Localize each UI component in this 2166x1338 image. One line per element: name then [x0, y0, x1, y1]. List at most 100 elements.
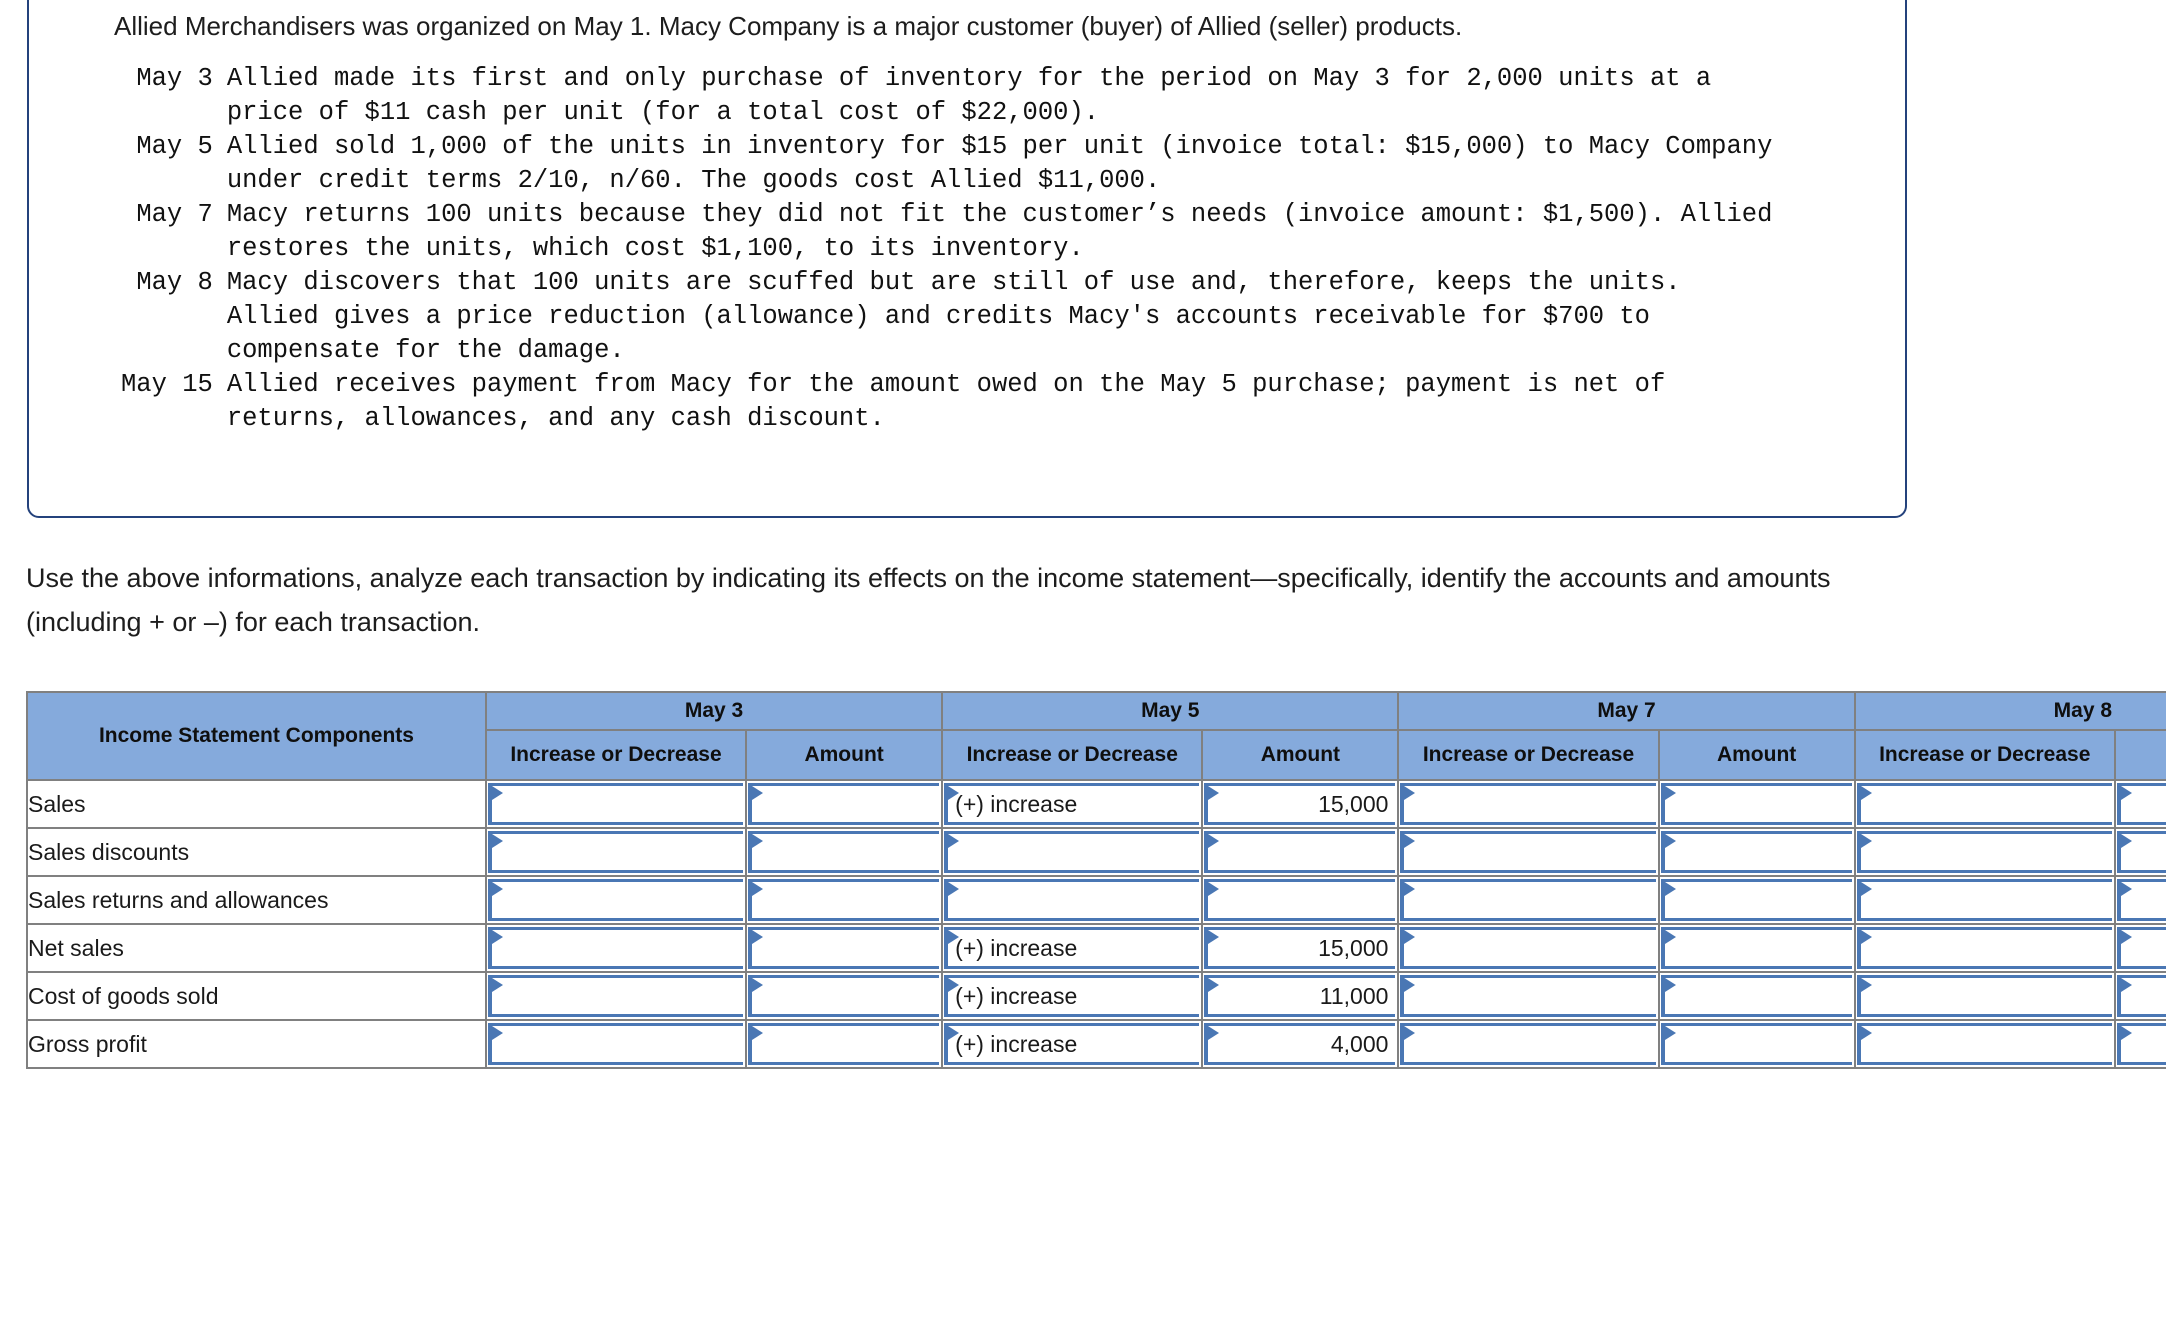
cell-may5-direction-cogs[interactable]: (+) increase	[941, 971, 1204, 1021]
cell-may5-amount-gross-profit[interactable]: 4,000	[1201, 1019, 1400, 1069]
table-row: Sales returns and allowances	[26, 875, 2166, 925]
cell-may8-amount-sales[interactable]	[2113, 779, 2166, 829]
cell-may3-amount-sales-returns[interactable]	[745, 875, 944, 925]
cell-may3-amount-gross-profit[interactable]	[745, 1019, 944, 1069]
dropdown-triangle-icon	[1860, 978, 1872, 992]
dropdown-triangle-icon	[1404, 1026, 1416, 1040]
header-increase-or-decrease-may7: Increase or Decrease	[1397, 729, 1660, 781]
scenario-event-row: May 5 Allied sold 1,000 of the units in …	[121, 130, 1772, 198]
answer-table-container: Income Statement Components May 3 May 5 …	[26, 691, 2166, 1069]
dropdown-triangle-icon	[1664, 882, 1676, 896]
dropdown-triangle-icon	[1664, 1026, 1676, 1040]
dropdown-triangle-icon	[1208, 930, 1220, 944]
cell-may3-direction-cogs[interactable]	[484, 971, 748, 1021]
scenario-event-row: May 3 Allied made its first and only pur…	[121, 62, 1772, 130]
cell-may8-amount-sales-returns[interactable]	[2113, 875, 2166, 925]
dropdown-triangle-icon	[752, 834, 764, 848]
dropdown-triangle-icon	[2120, 834, 2132, 848]
cell-value: 11,000	[1319, 982, 1389, 1009]
cell-may8-direction-sales-discounts[interactable]	[1853, 827, 2116, 877]
header-date-group-may8: May 8	[1853, 691, 2166, 731]
dropdown-triangle-icon	[1404, 786, 1416, 800]
row-label-gross-profit: Gross profit	[26, 1019, 487, 1069]
table-row: Sales discounts	[26, 827, 2166, 877]
dropdown-triangle-icon	[2120, 786, 2132, 800]
cell-may5-direction-net-sales[interactable]: (+) increase	[941, 923, 1204, 973]
cell-may3-direction-net-sales[interactable]	[484, 923, 748, 973]
dropdown-triangle-icon	[1664, 834, 1676, 848]
table-row: Net sales (+) increase 15,000	[26, 923, 2166, 973]
header-amount-may5: Amount	[1201, 729, 1400, 781]
cell-may7-direction-net-sales[interactable]	[1397, 923, 1660, 973]
cell-may8-direction-cogs[interactable]	[1853, 971, 2116, 1021]
cell-value: 15,000	[1318, 790, 1389, 817]
event-date: May 8	[136, 268, 213, 297]
cell-may3-direction-gross-profit[interactable]	[484, 1019, 748, 1069]
cell-may7-direction-sales[interactable]	[1397, 779, 1660, 829]
cell-may5-direction-gross-profit[interactable]: (+) increase	[941, 1019, 1204, 1069]
dropdown-triangle-icon	[948, 786, 960, 800]
cell-may3-direction-sales[interactable]	[484, 779, 748, 829]
dropdown-triangle-icon	[752, 978, 764, 992]
cell-may8-amount-sales-discounts[interactable]	[2113, 827, 2166, 877]
cell-may7-amount-gross-profit[interactable]	[1657, 1019, 1856, 1069]
cell-may5-amount-sales-discounts[interactable]	[1201, 827, 1400, 877]
cell-may3-amount-sales-discounts[interactable]	[745, 827, 944, 877]
event-description: Macy discovers that 100 units are scuffe…	[226, 268, 1681, 365]
event-description: Allied receives payment from Macy for th…	[226, 370, 1666, 433]
dropdown-triangle-icon	[1860, 882, 1872, 896]
cell-may3-amount-sales[interactable]	[745, 779, 944, 829]
cell-may8-direction-net-sales[interactable]	[1853, 923, 2116, 973]
cell-value: 4,000	[1330, 1030, 1389, 1057]
cell-may7-direction-gross-profit[interactable]	[1397, 1019, 1660, 1069]
cell-may5-amount-sales[interactable]: 15,000	[1201, 779, 1400, 829]
scenario-events-body: May 3 Allied made its first and only pur…	[121, 62, 1772, 436]
cell-may7-amount-sales[interactable]	[1657, 779, 1856, 829]
event-description: Macy returns 100 units because they did …	[226, 200, 1773, 263]
header-amount-may8: Amount	[2113, 729, 2166, 781]
cell-may3-direction-sales-returns[interactable]	[484, 875, 748, 925]
cell-may8-amount-cogs[interactable]	[2113, 971, 2166, 1021]
cell-may3-amount-net-sales[interactable]	[745, 923, 944, 973]
event-date: May 15	[121, 370, 213, 399]
scenario-box: Allied Merchandisers was organized on Ma…	[27, 0, 1907, 518]
table-row: Sales (+) increase 15,000	[26, 779, 2166, 829]
dropdown-triangle-icon	[752, 786, 764, 800]
header-income-statement-components: Income Statement Components	[26, 691, 487, 781]
dropdown-triangle-icon	[2120, 978, 2132, 992]
cell-may7-direction-sales-returns[interactable]	[1397, 875, 1660, 925]
cell-may5-direction-sales-returns[interactable]	[941, 875, 1204, 925]
cell-may7-amount-sales-returns[interactable]	[1657, 875, 1856, 925]
dropdown-triangle-icon	[752, 930, 764, 944]
cell-may5-amount-net-sales[interactable]: 15,000	[1201, 923, 1400, 973]
dropdown-triangle-icon	[1664, 786, 1676, 800]
event-date: May 7	[136, 200, 213, 229]
cell-may5-amount-cogs[interactable]: 11,000	[1201, 971, 1400, 1021]
cell-may8-direction-sales-returns[interactable]	[1853, 875, 2116, 925]
cell-may5-direction-sales[interactable]: (+) increase	[941, 779, 1204, 829]
event-description: Allied made its first and only purchase …	[226, 64, 1712, 127]
cell-may8-direction-gross-profit[interactable]	[1853, 1019, 2116, 1069]
cell-may8-amount-gross-profit[interactable]	[2113, 1019, 2166, 1069]
cell-value: (+) increase	[955, 934, 1078, 961]
dropdown-triangle-icon	[948, 834, 960, 848]
table-body: Sales (+) increase 15,000 Sales discount…	[26, 779, 2166, 1069]
dropdown-triangle-icon	[1208, 786, 1220, 800]
cell-may7-amount-cogs[interactable]	[1657, 971, 1856, 1021]
cell-may3-direction-sales-discounts[interactable]	[484, 827, 748, 877]
cell-may5-amount-sales-returns[interactable]	[1201, 875, 1400, 925]
cell-may7-direction-sales-discounts[interactable]	[1397, 827, 1660, 877]
dropdown-triangle-icon	[1208, 882, 1220, 896]
dropdown-triangle-icon	[1404, 882, 1416, 896]
cell-may8-direction-sales[interactable]	[1853, 779, 2116, 829]
cell-may7-amount-sales-discounts[interactable]	[1657, 827, 1856, 877]
cell-may5-direction-sales-discounts[interactable]	[941, 827, 1204, 877]
header-date-group-may3: May 3	[484, 691, 944, 731]
event-date: May 3	[136, 64, 213, 93]
cell-may3-amount-cogs[interactable]	[745, 971, 944, 1021]
cell-may7-amount-net-sales[interactable]	[1657, 923, 1856, 973]
row-label-sales-returns-and-allowances: Sales returns and allowances	[26, 875, 487, 925]
cell-may7-direction-cogs[interactable]	[1397, 971, 1660, 1021]
cell-may8-amount-net-sales[interactable]	[2113, 923, 2166, 973]
dropdown-triangle-icon	[491, 1026, 503, 1040]
